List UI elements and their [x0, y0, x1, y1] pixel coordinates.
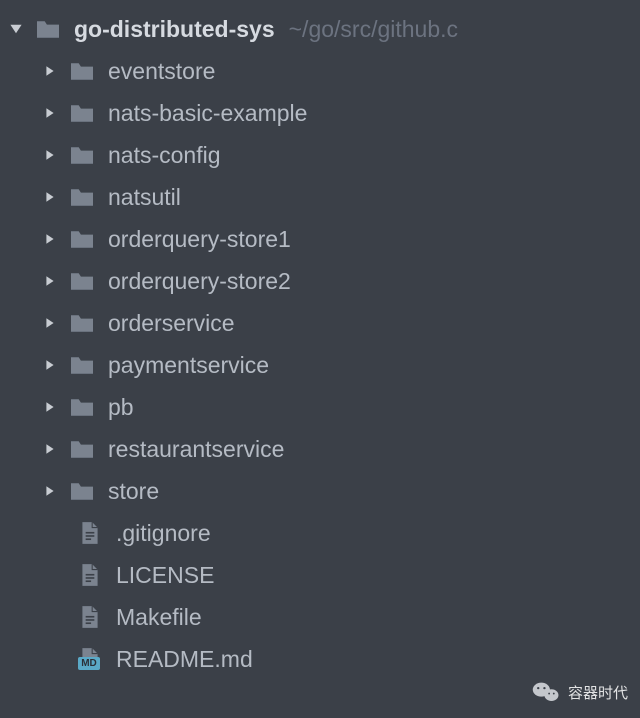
tree-item-folder[interactable]: restaurantservice — [0, 428, 640, 470]
tree-item-folder[interactable]: pb — [0, 386, 640, 428]
tree-item-label: orderquery-store1 — [108, 226, 291, 253]
tree-item-folder[interactable]: orderquery-store2 — [0, 260, 640, 302]
chevron-right-icon — [42, 399, 58, 415]
tree-item-label: pb — [108, 394, 134, 421]
chevron-right-icon — [42, 483, 58, 499]
watermark: 容器时代 — [532, 680, 628, 704]
tree-item-label: Makefile — [116, 604, 202, 631]
tree-item-file[interactable]: .gitignore — [0, 512, 640, 554]
tree-item-folder[interactable]: nats-config — [0, 134, 640, 176]
tree-item-folder[interactable]: paymentservice — [0, 344, 640, 386]
chevron-right-icon — [42, 441, 58, 457]
folder-icon — [68, 227, 96, 251]
tree-item-label: README.md — [116, 646, 253, 673]
tree-item-label: eventstore — [108, 58, 215, 85]
watermark-label: 容器时代 — [568, 682, 628, 703]
tree-item-folder[interactable]: orderquery-store1 — [0, 218, 640, 260]
folder-icon — [34, 17, 62, 41]
folder-icon — [68, 143, 96, 167]
tree-item-label: natsutil — [108, 184, 181, 211]
chevron-right-icon — [42, 105, 58, 121]
file-icon — [76, 563, 104, 587]
file-icon — [76, 521, 104, 545]
folder-icon — [68, 269, 96, 293]
tree-item-label: orderquery-store2 — [108, 268, 291, 295]
tree-item-label: store — [108, 478, 159, 505]
tree-item-label: paymentservice — [108, 352, 269, 379]
tree-item-folder[interactable]: eventstore — [0, 50, 640, 92]
root-folder-name: go-distributed-sys — [74, 16, 275, 43]
folder-icon — [68, 395, 96, 419]
file-icon — [76, 605, 104, 629]
tree-item-label: nats-config — [108, 142, 221, 169]
folder-icon — [68, 353, 96, 377]
tree-item-file[interactable]: Makefile — [0, 596, 640, 638]
root-folder-path: ~/go/src/github.c — [289, 16, 458, 43]
markdown-file-icon: MD — [76, 647, 104, 671]
chevron-right-icon — [42, 147, 58, 163]
file-tree: go-distributed-sys ~/go/src/github.c eve… — [0, 0, 640, 688]
chevron-right-icon — [42, 273, 58, 289]
tree-item-file[interactable]: MD README.md — [0, 638, 640, 680]
tree-root-row[interactable]: go-distributed-sys ~/go/src/github.c — [0, 8, 640, 50]
folder-icon — [68, 437, 96, 461]
tree-item-folder[interactable]: natsutil — [0, 176, 640, 218]
chevron-down-icon — [8, 21, 24, 37]
md-badge: MD — [78, 657, 100, 670]
chevron-right-icon — [42, 189, 58, 205]
chevron-right-icon — [42, 231, 58, 247]
wechat-icon — [532, 680, 560, 704]
tree-item-file[interactable]: LICENSE — [0, 554, 640, 596]
tree-item-label: .gitignore — [116, 520, 211, 547]
chevron-right-icon — [42, 63, 58, 79]
folder-icon — [68, 185, 96, 209]
folder-icon — [68, 59, 96, 83]
tree-item-folder[interactable]: store — [0, 470, 640, 512]
tree-item-folder[interactable]: orderservice — [0, 302, 640, 344]
folder-icon — [68, 311, 96, 335]
folder-icon — [68, 101, 96, 125]
tree-item-folder[interactable]: nats-basic-example — [0, 92, 640, 134]
folder-icon — [68, 479, 96, 503]
chevron-right-icon — [42, 315, 58, 331]
tree-item-label: orderservice — [108, 310, 235, 337]
tree-item-label: LICENSE — [116, 562, 214, 589]
tree-item-label: nats-basic-example — [108, 100, 307, 127]
chevron-right-icon — [42, 357, 58, 373]
tree-item-label: restaurantservice — [108, 436, 284, 463]
